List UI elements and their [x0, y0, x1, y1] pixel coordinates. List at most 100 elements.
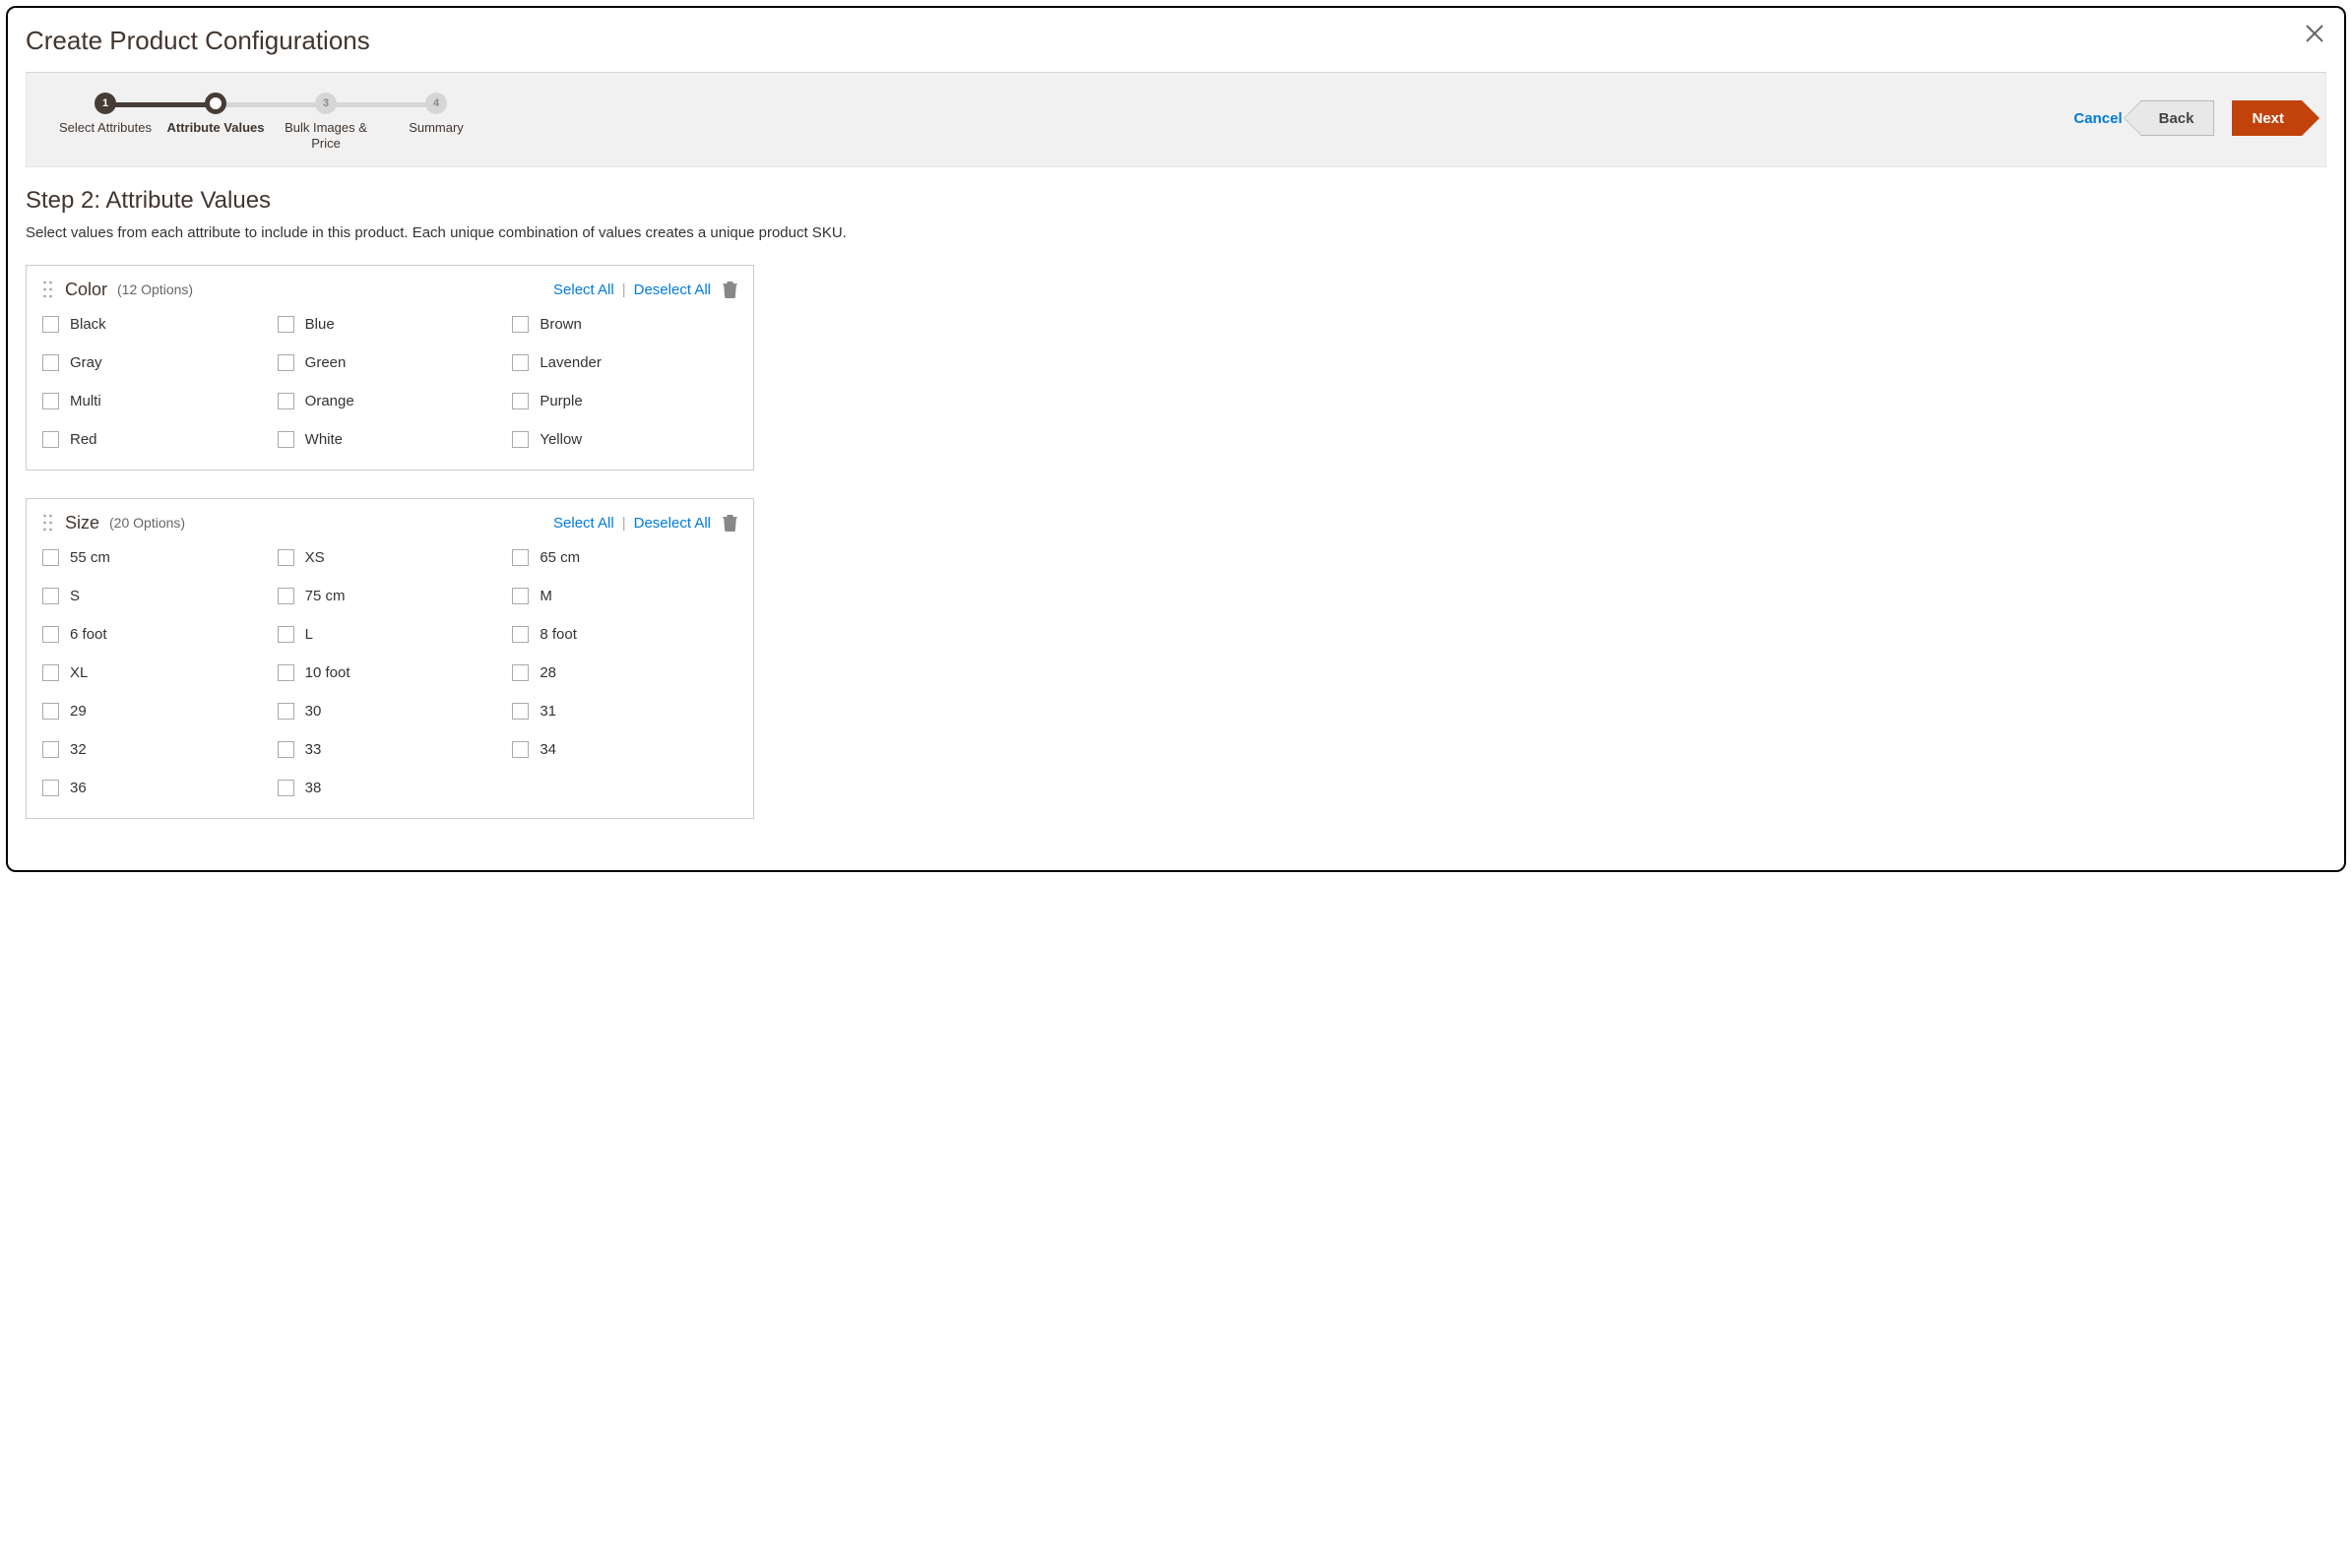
option-label: Purple — [540, 393, 582, 409]
checkbox[interactable] — [42, 588, 59, 604]
checkbox[interactable] — [278, 626, 294, 643]
option-item[interactable]: M — [512, 588, 737, 604]
checkbox[interactable] — [278, 431, 294, 448]
step-number-icon: 1 — [95, 93, 116, 114]
checkbox[interactable] — [42, 626, 59, 643]
option-item[interactable]: 31 — [512, 703, 737, 720]
checkbox[interactable] — [42, 354, 59, 371]
checkbox[interactable] — [42, 316, 59, 333]
checkbox[interactable] — [512, 316, 529, 333]
option-item[interactable]: L — [278, 626, 503, 643]
option-item[interactable]: 6 foot — [42, 626, 268, 643]
checkbox[interactable] — [512, 431, 529, 448]
option-item[interactable]: 65 cm — [512, 549, 737, 566]
option-item[interactable]: 55 cm — [42, 549, 268, 566]
drag-handle-icon[interactable] — [42, 514, 53, 532]
option-item[interactable]: S — [42, 588, 268, 604]
checkbox[interactable] — [512, 354, 529, 371]
deselect-all-link[interactable]: Deselect All — [634, 282, 711, 298]
delete-attribute-icon[interactable] — [723, 515, 737, 532]
attribute-card-color: Color(12 Options)Select All|Deselect All… — [26, 265, 754, 470]
option-item[interactable]: XL — [42, 664, 268, 681]
back-button[interactable]: Back — [2140, 100, 2215, 136]
option-item[interactable]: 38 — [278, 780, 503, 796]
checkbox[interactable] — [512, 626, 529, 643]
checkbox[interactable] — [42, 664, 59, 681]
wizard-steps: 1 Select Attributes Attribute Values 3 B… — [50, 93, 491, 153]
select-all-link[interactable]: Select All — [553, 515, 614, 532]
option-item[interactable]: Gray — [42, 354, 268, 371]
option-label: 30 — [305, 703, 322, 720]
option-item[interactable]: Black — [42, 316, 268, 333]
option-item[interactable]: Orange — [278, 393, 503, 409]
option-label: 28 — [540, 664, 556, 681]
step-label: Bulk Images & Price — [271, 120, 381, 153]
checkbox[interactable] — [278, 316, 294, 333]
option-label: 33 — [305, 741, 322, 758]
checkbox[interactable] — [512, 703, 529, 720]
checkbox[interactable] — [42, 703, 59, 720]
option-label: Blue — [305, 316, 335, 333]
option-item[interactable]: 30 — [278, 703, 503, 720]
checkbox[interactable] — [512, 393, 529, 409]
option-item[interactable]: Green — [278, 354, 503, 371]
step-heading: Step 2: Attribute Values — [26, 187, 2326, 215]
step-description: Select values from each attribute to inc… — [26, 224, 2326, 241]
option-label: XS — [305, 549, 325, 566]
checkbox[interactable] — [278, 703, 294, 720]
option-label: 75 cm — [305, 588, 346, 604]
checkbox[interactable] — [278, 741, 294, 758]
checkbox[interactable] — [512, 588, 529, 604]
checkbox[interactable] — [42, 780, 59, 796]
checkbox[interactable] — [278, 664, 294, 681]
checkbox[interactable] — [278, 549, 294, 566]
option-item[interactable]: 34 — [512, 741, 737, 758]
checkbox[interactable] — [512, 549, 529, 566]
option-item[interactable]: Red — [42, 431, 268, 448]
option-item[interactable]: Lavender — [512, 354, 737, 371]
checkbox[interactable] — [512, 664, 529, 681]
option-item[interactable]: 75 cm — [278, 588, 503, 604]
option-label: Orange — [305, 393, 354, 409]
option-item[interactable]: 10 foot — [278, 664, 503, 681]
cancel-link[interactable]: Cancel — [2073, 110, 2122, 127]
option-item[interactable]: 8 foot — [512, 626, 737, 643]
option-item[interactable]: Brown — [512, 316, 737, 333]
option-label: 31 — [540, 703, 556, 720]
checkbox[interactable] — [42, 549, 59, 566]
option-label: Green — [305, 354, 347, 371]
option-item[interactable]: XS — [278, 549, 503, 566]
option-item[interactable]: 29 — [42, 703, 268, 720]
option-item[interactable]: 28 — [512, 664, 737, 681]
checkbox[interactable] — [42, 741, 59, 758]
next-button[interactable]: Next — [2232, 100, 2302, 136]
attribute-header: Color(12 Options)Select All|Deselect All — [42, 280, 737, 300]
option-label: Black — [70, 316, 106, 333]
option-item[interactable]: White — [278, 431, 503, 448]
option-item[interactable]: 36 — [42, 780, 268, 796]
checkbox[interactable] — [42, 431, 59, 448]
deselect-all-link[interactable]: Deselect All — [634, 515, 711, 532]
checkbox[interactable] — [42, 393, 59, 409]
separator: | — [622, 282, 626, 298]
select-all-link[interactable]: Select All — [553, 282, 614, 298]
option-label: Red — [70, 431, 97, 448]
delete-attribute-icon[interactable] — [723, 282, 737, 298]
checkbox[interactable] — [278, 354, 294, 371]
option-item[interactable]: 33 — [278, 741, 503, 758]
checkbox[interactable] — [278, 588, 294, 604]
drag-handle-icon[interactable] — [42, 281, 53, 298]
option-item[interactable]: 32 — [42, 741, 268, 758]
option-label: M — [540, 588, 552, 604]
checkbox[interactable] — [278, 393, 294, 409]
checkbox[interactable] — [278, 780, 294, 796]
option-item[interactable]: Purple — [512, 393, 737, 409]
option-item[interactable]: Yellow — [512, 431, 737, 448]
option-item[interactable]: Blue — [278, 316, 503, 333]
option-item[interactable]: Multi — [42, 393, 268, 409]
step-number-icon: 4 — [425, 93, 447, 114]
close-button[interactable] — [2303, 22, 2326, 50]
checkbox[interactable] — [512, 741, 529, 758]
attribute-card-size: Size(20 Options)Select All|Deselect All5… — [26, 498, 754, 819]
next-button-label: Next — [2252, 110, 2284, 127]
